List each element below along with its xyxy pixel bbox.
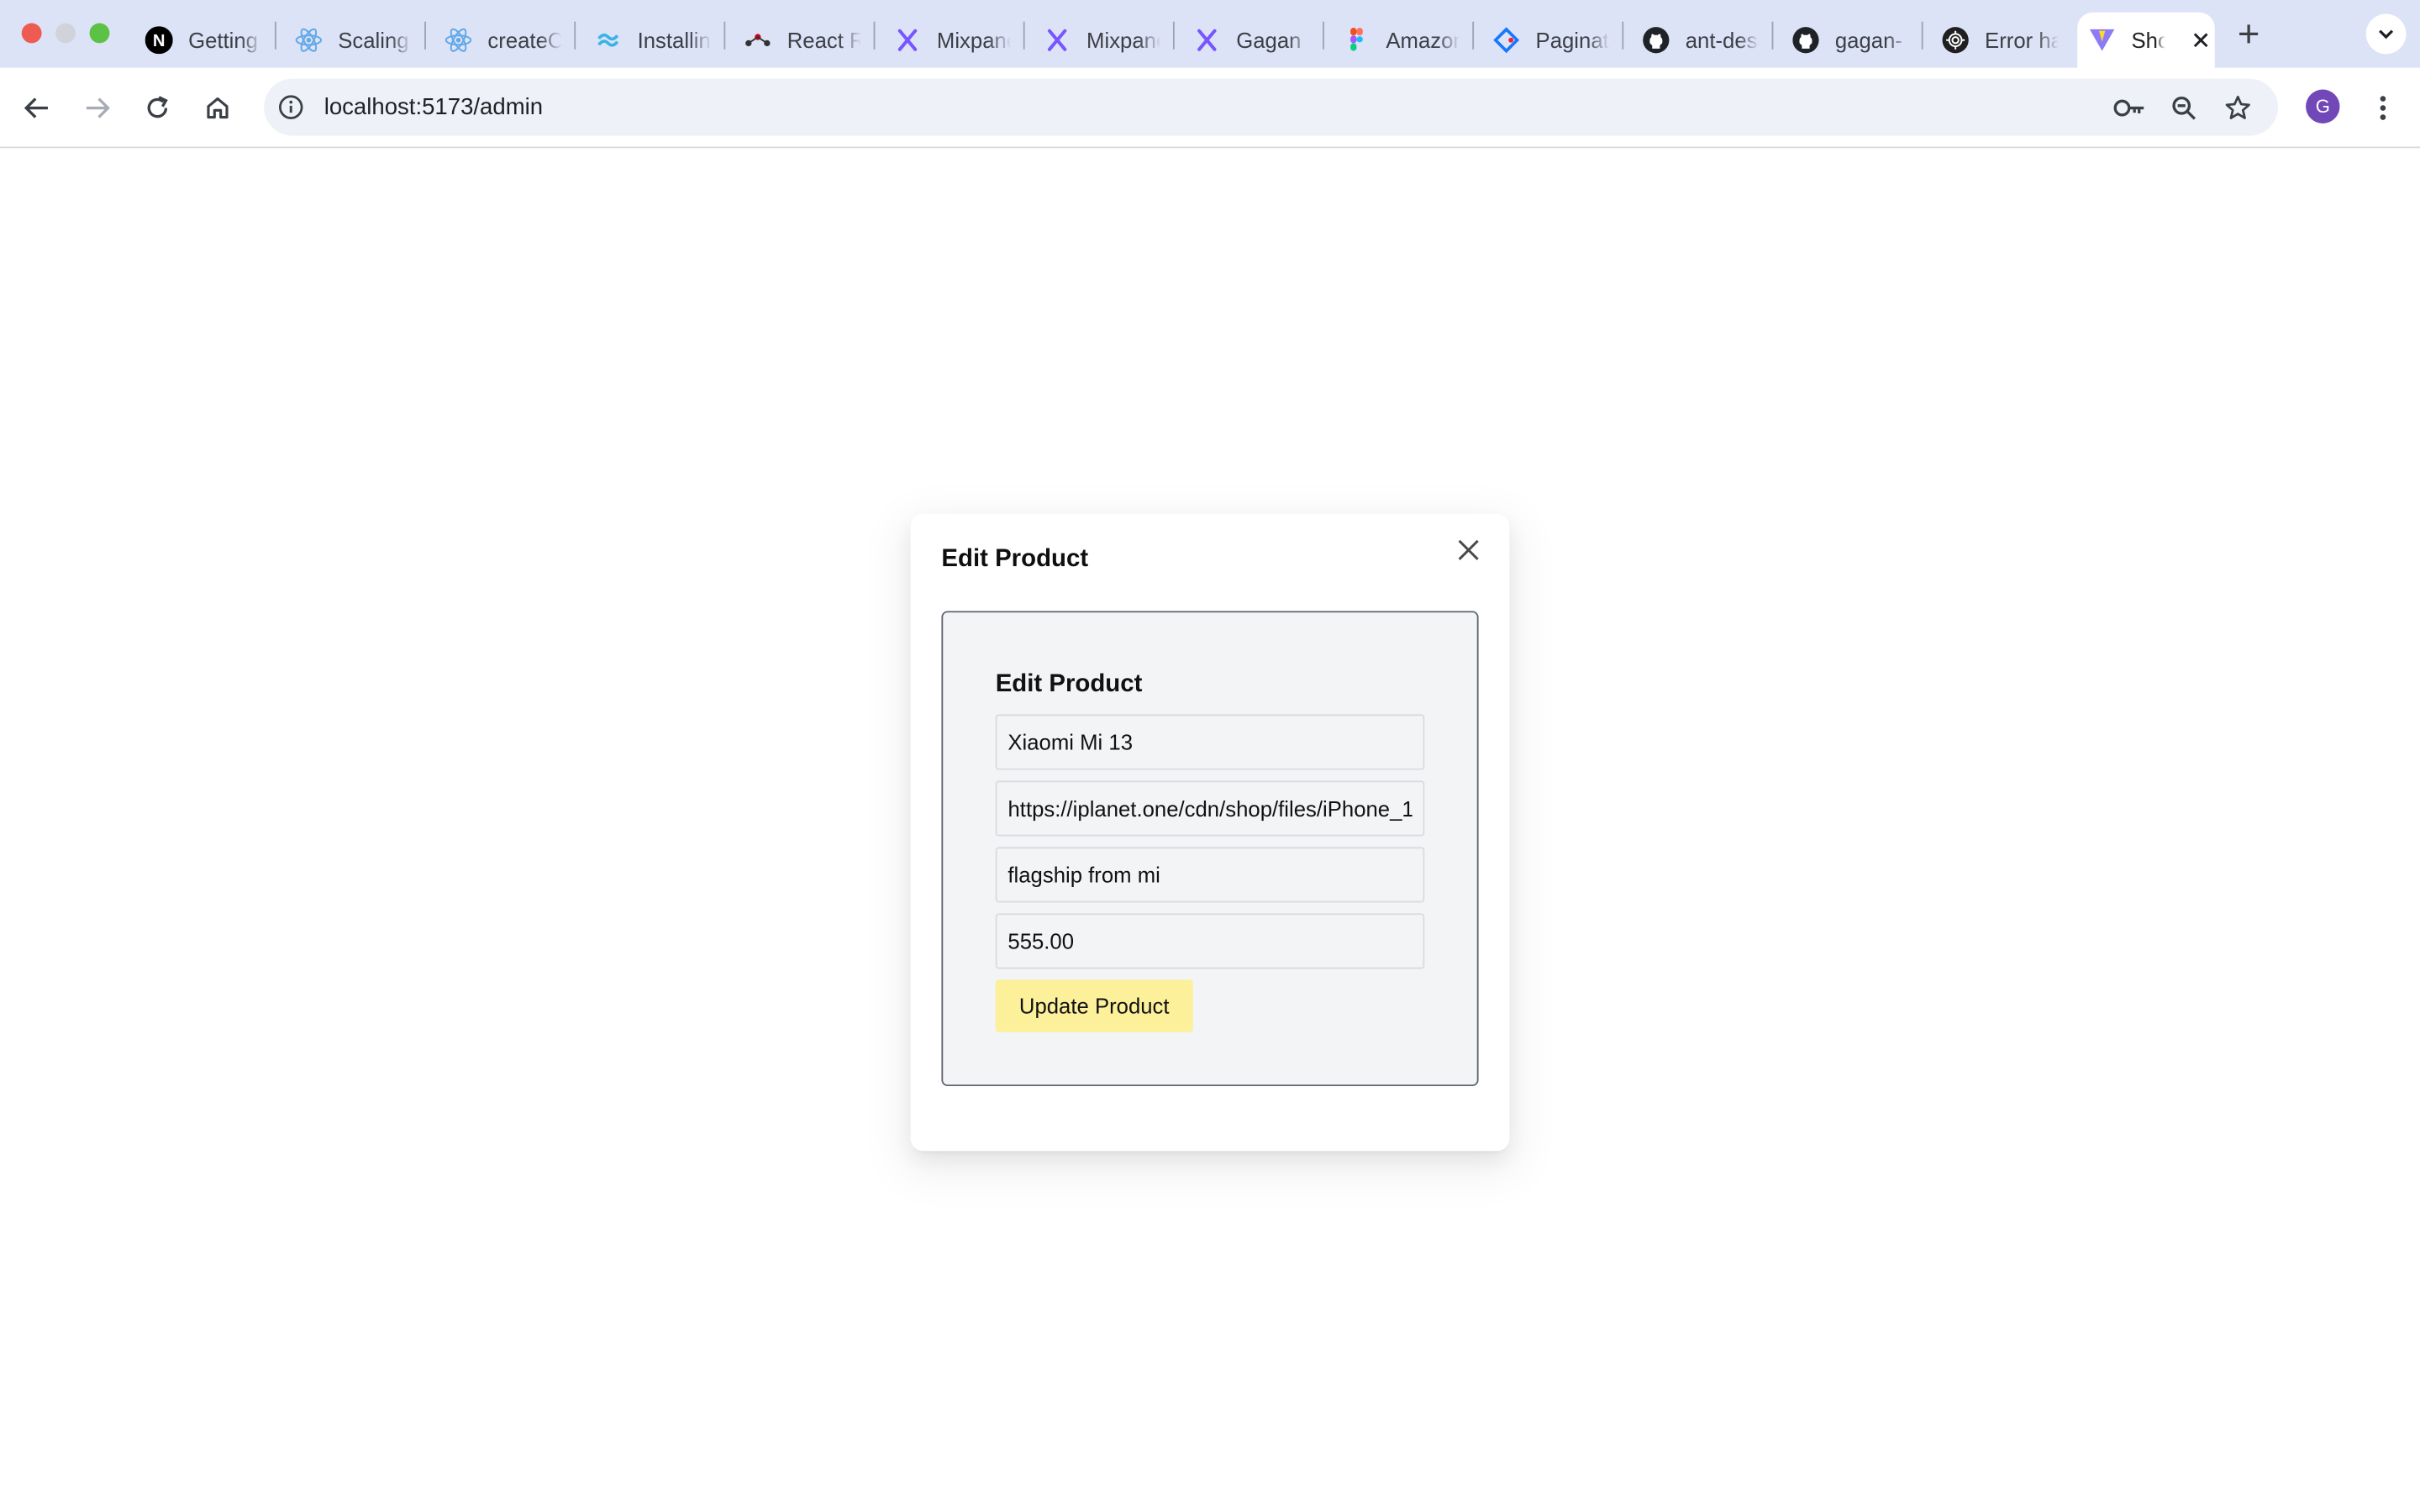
home-icon[interactable] — [199, 90, 236, 127]
tab-ant-design[interactable]: ant-design — [1639, 13, 1760, 68]
more-menu-icon[interactable] — [2365, 90, 2402, 127]
github-icon — [1642, 26, 1670, 54]
antd-icon — [1492, 26, 1520, 54]
update-product-button[interactable]: Update Product — [995, 979, 1193, 1032]
tab-title: Amazon — [1386, 28, 1460, 53]
back-arrow-icon[interactable] — [18, 90, 55, 127]
tab-strip: N Getting Started Scaling createContext … — [0, 0, 2420, 68]
tab-mixpanel-1[interactable]: Mixpanel — [891, 13, 1011, 68]
tab-separator — [1323, 21, 1324, 50]
window-close-button[interactable] — [21, 23, 42, 44]
forward-arrow-icon[interactable] — [79, 90, 116, 127]
site-info-icon[interactable] — [276, 92, 306, 122]
address-bar[interactable]: localhost:5173/admin — [264, 78, 2279, 136]
form-heading: Edit Product — [995, 670, 1143, 698]
profile-avatar[interactable]: G — [2306, 89, 2340, 123]
new-tab-plus-icon[interactable] — [2232, 17, 2265, 50]
tab-separator — [873, 21, 876, 50]
tab-separator — [1622, 21, 1624, 50]
url-text: localhost:5173/admin — [324, 94, 544, 121]
screen-root: N Getting Started Scaling createContext … — [0, 0, 2420, 1512]
tab-separator — [424, 21, 426, 50]
product-description-input[interactable] — [995, 847, 1425, 903]
browser-toolbar: localhost:5173/admin G — [0, 67, 2420, 149]
tab-title: Mixpanel — [936, 28, 1011, 53]
tab-amazon[interactable]: Amazon — [1339, 13, 1460, 68]
mixpanel-icon — [893, 26, 921, 54]
tab-active[interactable]: Shop — [2077, 12, 2215, 68]
tab-title: ant-design — [1685, 28, 1760, 53]
tab-separator — [574, 21, 576, 50]
tab-title: Installing — [637, 28, 712, 53]
tailwind-icon — [594, 26, 622, 54]
tab-createcontext[interactable]: createContext — [441, 13, 562, 68]
mixpanel-icon — [1193, 26, 1221, 54]
tab-title: Error handling — [1985, 28, 2059, 53]
tab-scaling[interactable]: Scaling — [292, 13, 412, 68]
bookmark-star-icon[interactable] — [2221, 91, 2254, 124]
tab-title: Mixpanel — [1086, 28, 1160, 53]
product-image-url-input[interactable] — [995, 780, 1425, 837]
tab-title: Shop — [2131, 28, 2165, 53]
tab-gagan-github[interactable]: gagan- — [1789, 13, 1909, 68]
figma-icon — [1343, 26, 1370, 54]
password-key-icon[interactable] — [2112, 91, 2146, 124]
product-name-input[interactable] — [995, 714, 1425, 770]
tab-separator — [723, 21, 726, 50]
tab-separator — [1172, 21, 1175, 50]
tab-react-router[interactable]: React Router — [741, 13, 861, 68]
tab-separator — [274, 21, 276, 50]
close-tab-icon[interactable] — [2187, 26, 2215, 54]
tab-title: React Router — [786, 28, 861, 53]
edit-product-modal: Edit Product Edit Product Update Product — [910, 513, 1510, 1152]
vite-icon — [2088, 26, 2116, 54]
react-icon — [445, 26, 472, 54]
tab-title: Pagination — [1535, 28, 1610, 53]
tab-getting-started[interactable]: N Getting Started — [142, 13, 262, 68]
product-price-input[interactable] — [995, 913, 1425, 969]
tab-title: gagan- — [1834, 28, 1902, 53]
tab-separator — [1023, 21, 1025, 50]
github-icon — [1791, 26, 1819, 54]
close-icon[interactable] — [1454, 535, 1481, 563]
nextjs-icon: N — [145, 26, 173, 55]
tab-title: Gagan — [1236, 28, 1302, 53]
tab-title: Scaling — [338, 28, 409, 53]
window-minimize-button[interactable] — [55, 23, 76, 44]
tab-pagination[interactable]: Pagination — [1489, 13, 1610, 68]
edit-product-form: Edit Product Update Product — [941, 611, 1479, 1087]
mixpanel-icon — [1044, 26, 1071, 54]
svg-text:N: N — [153, 32, 166, 50]
modal-title: Edit Product — [941, 546, 1089, 573]
tab-title: createContext — [487, 28, 561, 53]
tab-error-handling[interactable]: Error handling — [1939, 13, 2059, 68]
tab-mixpanel-2[interactable]: Mixpanel — [1040, 13, 1160, 68]
tab-gagan[interactable]: Gagan — [1190, 13, 1310, 68]
tab-separator — [1921, 21, 1923, 50]
tab-installing[interactable]: Installing — [591, 13, 712, 68]
openai-icon — [1942, 26, 1970, 54]
tab-separator — [1771, 21, 1774, 50]
tab-search-chevron-icon[interactable] — [2365, 13, 2407, 55]
window-maximize-button[interactable] — [89, 23, 110, 44]
tab-title: Getting Started — [188, 28, 262, 53]
react-router-icon — [744, 26, 771, 54]
zoom-icon[interactable] — [2167, 91, 2201, 124]
react-icon — [295, 26, 323, 54]
reload-icon[interactable] — [139, 90, 176, 127]
tab-separator — [1472, 21, 1475, 50]
